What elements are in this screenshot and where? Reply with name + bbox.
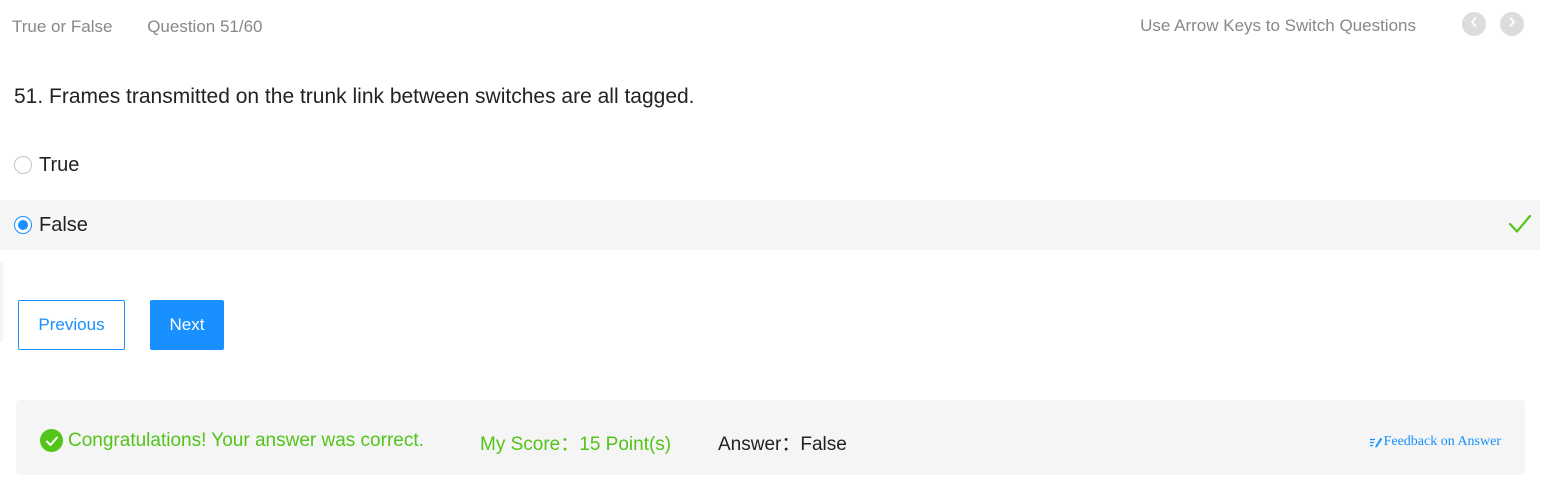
previous-button[interactable]: Previous xyxy=(18,300,125,350)
feedback-link[interactable]: Feedback on Answer xyxy=(1369,434,1501,450)
question-header: True or False Question 51/60 xyxy=(12,17,263,37)
question-type-label: True or False xyxy=(12,17,113,36)
score-value: 15 Point(s) xyxy=(579,434,672,455)
question-progress: Question 51/60 xyxy=(147,17,263,36)
success-check-icon xyxy=(40,429,63,452)
previous-question-button[interactable] xyxy=(1462,12,1486,36)
side-panel-edge xyxy=(0,262,3,342)
radio-false[interactable] xyxy=(14,216,32,234)
my-score: My Score：15 Point(s) xyxy=(480,429,671,456)
result-message-text: Congratulations! Your answer was correct… xyxy=(68,429,424,451)
option-false-label: False xyxy=(39,213,88,236)
question-text: 51. Frames transmitted on the trunk link… xyxy=(14,85,695,108)
answer-value: False xyxy=(800,434,847,455)
next-question-button[interactable] xyxy=(1500,12,1524,36)
feedback-edit-icon xyxy=(1369,436,1382,448)
arrow-keys-hint: Use Arrow Keys to Switch Questions xyxy=(1140,16,1416,35)
result-panel: Congratulations! Your answer was correct… xyxy=(16,400,1525,475)
option-false[interactable]: False xyxy=(0,200,1540,250)
option-true-label: True xyxy=(39,153,80,176)
correct-answer: Answer：False xyxy=(718,429,847,456)
radio-true[interactable] xyxy=(14,156,32,174)
result-message: Congratulations! Your answer was correct… xyxy=(40,429,424,452)
option-true[interactable]: True xyxy=(0,140,1540,190)
score-label: My Score： xyxy=(480,434,580,455)
checkmark-icon xyxy=(1508,213,1532,240)
quiz-page: True or False Question 51/60 Use Arrow K… xyxy=(0,0,1564,481)
chevron-left-icon xyxy=(1469,15,1479,33)
chevron-right-icon xyxy=(1507,15,1517,33)
feedback-text[interactable]: Feedback on Answer xyxy=(1384,434,1501,450)
question-navigation: Use Arrow Keys to Switch Questions xyxy=(1140,12,1524,36)
answer-label: Answer： xyxy=(718,434,801,455)
next-button[interactable]: Next xyxy=(150,300,224,350)
